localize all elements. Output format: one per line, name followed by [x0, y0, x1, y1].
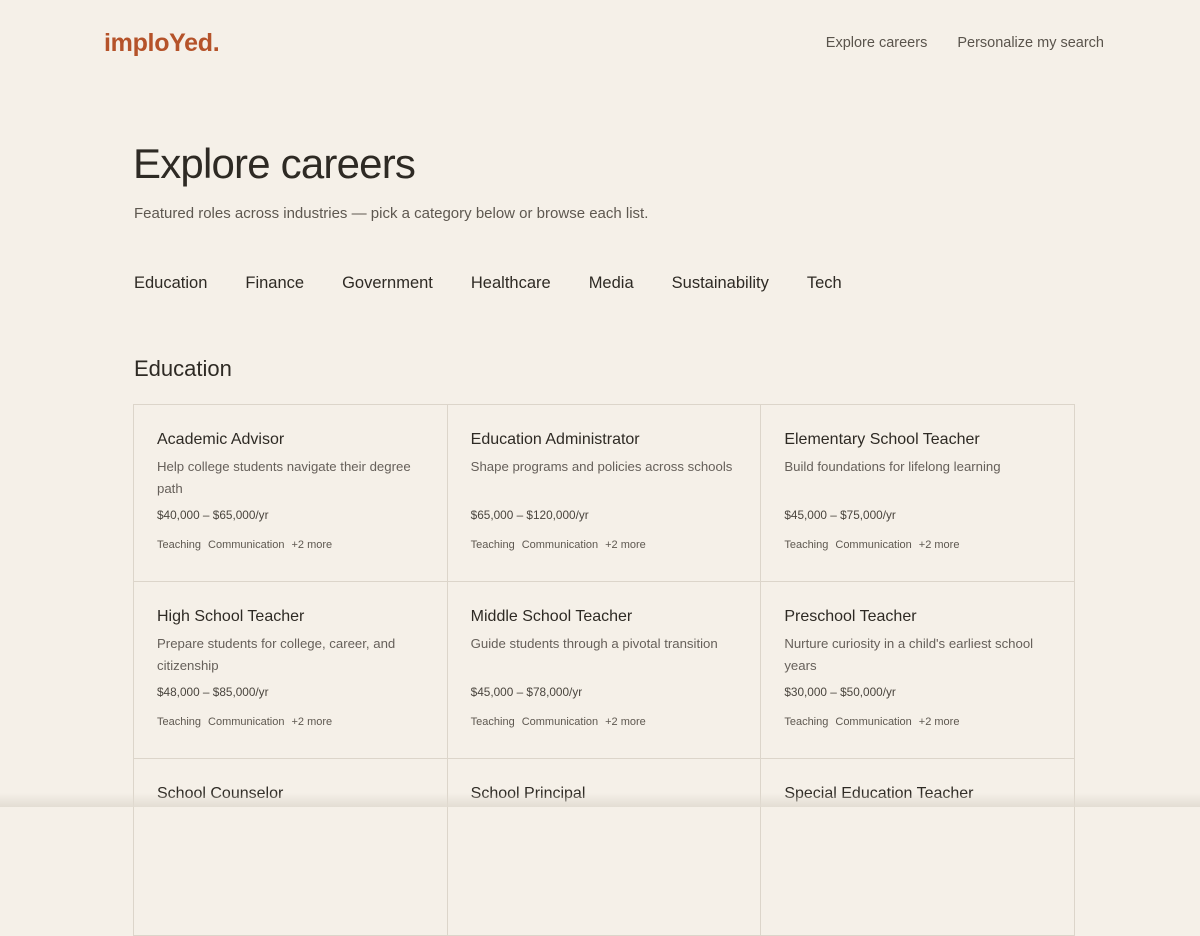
career-tag-more: +2 more	[291, 716, 333, 728]
category-tab-media[interactable]: Media	[589, 273, 634, 293]
career-tags: Teaching Communication +2 more	[471, 715, 738, 729]
logo-y: Y	[169, 29, 185, 57]
category-tabs: Education Finance Government Healthcare …	[134, 273, 842, 293]
career-tag: Teaching	[784, 539, 829, 551]
career-card[interactable]: Education Administrator Shape programs an…	[447, 405, 762, 582]
nav-explore-careers[interactable]: Explore careers	[826, 34, 928, 52]
career-description: Prepare students for college, career, an…	[157, 636, 396, 673]
logo-suffix: ed.	[184, 29, 220, 57]
career-card[interactable]: Preschool Teacher Nurture curiosity in a …	[761, 582, 1075, 759]
career-tags: Teaching Communication +2 more	[784, 715, 1051, 729]
nav-personalize-search[interactable]: Personalize my search	[957, 34, 1104, 52]
career-description: Guide students through a pivotal transit…	[470, 636, 718, 651]
section-title: Education	[134, 356, 232, 381]
career-tags: Teaching Communication +2 more	[157, 715, 424, 729]
career-tags: Teaching Communication +2 more	[471, 538, 738, 552]
career-salary: $45,000 – $78,000/yr	[470, 685, 583, 699]
career-title: School Principal	[470, 785, 586, 802]
career-title: Middle School Teacher	[470, 608, 633, 625]
career-salary: $48,000 – $85,000/yr	[157, 685, 269, 699]
career-tag: Teaching	[470, 716, 515, 728]
site-header: imploYed. Explore careers Personalize my…	[0, 0, 1200, 86]
career-title: Special Education Teacher	[784, 785, 974, 802]
career-grid: Academic Advisor Help college students na…	[133, 404, 1075, 936]
career-tag-more: +2 more	[918, 716, 960, 728]
career-card[interactable]: Special Education Teacher	[761, 759, 1075, 936]
logo-prefix: implo	[104, 29, 170, 57]
career-card[interactable]: School Counselor	[134, 759, 448, 936]
career-card[interactable]: Elementary School Teacher Build foundatio…	[761, 405, 1075, 582]
career-tag: Communication	[208, 539, 285, 551]
career-tag: Communication	[835, 716, 912, 728]
career-tag: Communication	[521, 716, 599, 728]
category-tab-tech[interactable]: Tech	[807, 273, 842, 293]
career-tag-more: +2 more	[605, 539, 646, 551]
category-tab-finance[interactable]: Finance	[245, 273, 304, 293]
career-tag-more: +2 more	[918, 539, 960, 551]
career-tag: Communication	[208, 716, 285, 728]
career-title: Elementary School Teacher	[784, 431, 980, 448]
category-tab-sustainability[interactable]: Sustainability	[672, 273, 769, 293]
logo[interactable]: imploYed.	[104, 28, 220, 58]
career-salary: $40,000 – $65,000/yr	[157, 508, 269, 522]
category-tab-government[interactable]: Government	[342, 273, 433, 293]
career-tag: Teaching	[470, 539, 515, 551]
career-title: Preschool Teacher	[784, 608, 917, 625]
career-title: Education Administrator	[470, 431, 640, 448]
career-salary: $45,000 – $75,000/yr	[784, 508, 896, 522]
career-title: School Counselor	[157, 785, 284, 802]
career-description: Nurture curiosity in a child's earliest …	[784, 636, 1034, 673]
career-description: Shape programs and policies across schoo…	[470, 459, 733, 474]
category-tab-education[interactable]: Education	[134, 273, 207, 293]
career-description: Build foundations for lifelong learning	[784, 459, 1001, 474]
career-tags: Teaching Communication +2 more	[157, 538, 424, 552]
top-nav: Explore careers Personalize my search	[826, 34, 1104, 52]
career-tag: Communication	[521, 539, 599, 551]
career-tags: Teaching Communication +2 more	[784, 538, 1051, 552]
career-salary: $30,000 – $50,000/yr	[784, 685, 896, 699]
career-card[interactable]: High School Teacher Prepare students for …	[134, 582, 448, 759]
career-card[interactable]: Academic Advisor Help college students na…	[134, 405, 448, 582]
career-tag: Communication	[835, 539, 912, 551]
career-tag: Teaching	[157, 539, 202, 551]
career-title: Academic Advisor	[157, 431, 285, 448]
page-title: Explore careers	[133, 140, 416, 187]
career-tag: Teaching	[157, 716, 202, 728]
career-tag-more: +2 more	[605, 716, 646, 728]
page-subtitle: Featured roles across industries — pick …	[134, 205, 649, 222]
career-description: Help college students navigate their deg…	[157, 459, 411, 496]
career-salary: $65,000 – $120,000/yr	[470, 508, 589, 522]
career-title: High School Teacher	[157, 608, 305, 625]
category-tab-healthcare[interactable]: Healthcare	[471, 273, 551, 293]
career-tag: Teaching	[784, 716, 829, 728]
career-card[interactable]: School Principal	[447, 759, 762, 936]
career-card[interactable]: Middle School Teacher Guide students thro…	[447, 582, 762, 759]
career-tag-more: +2 more	[291, 539, 333, 551]
